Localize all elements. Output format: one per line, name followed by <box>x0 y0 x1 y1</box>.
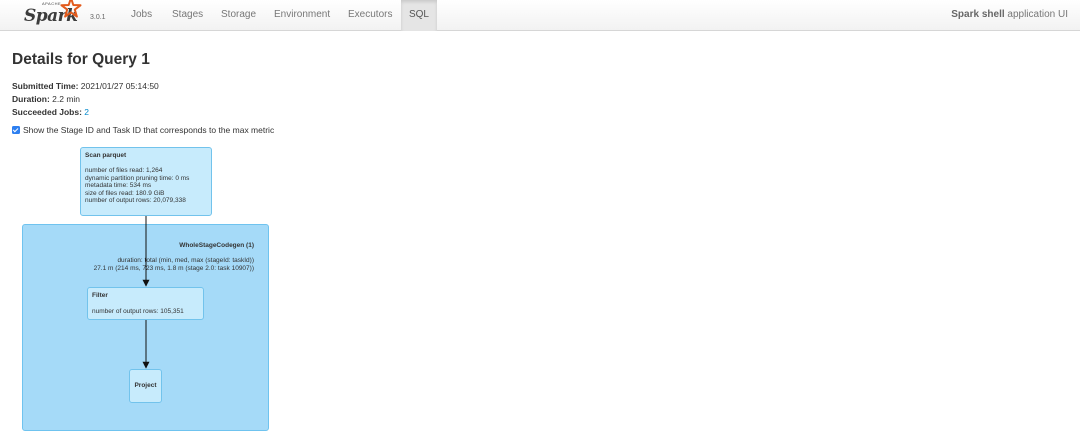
node-metric-line: number of output rows: 105,351 <box>92 308 184 315</box>
node-metric-line: number of files read: 1,264 <box>85 167 163 174</box>
show-max-metric-toggle[interactable]: Show the Stage ID and Task ID that corre… <box>12 125 274 135</box>
duration-row: Duration: 2.2 min <box>12 93 159 106</box>
show-max-metric-label: Show the Stage ID and Task ID that corre… <box>23 125 275 135</box>
top-navbar: APACHE Spark 3.0.1 Jobs Stages Storage E… <box>0 0 1080 31</box>
duration-label: Duration: <box>12 94 50 104</box>
plan-node-scan-parquet[interactable]: Scan parquet number of files read: 1,264… <box>80 147 212 216</box>
app-title-suffix: application UI <box>1004 9 1068 20</box>
spark-version: 3.0.1 <box>90 14 106 21</box>
tab-executors[interactable]: Executors <box>348 0 392 31</box>
tab-environment[interactable]: Environment <box>274 0 330 31</box>
submitted-time-value: 2021/01/27 05:14:50 <box>78 81 159 91</box>
plan-node-filter[interactable]: Filter number of output rows: 105,351 <box>87 287 204 320</box>
node-metric-line: size of files read: 180.9 GiB <box>85 189 165 197</box>
tab-jobs[interactable]: Jobs <box>131 0 152 31</box>
plan-node-project[interactable]: Project <box>129 369 162 403</box>
node-metric-line: metadata time: 534 ms <box>85 182 152 189</box>
duration-value: 2.2 min <box>49 94 81 104</box>
page-title: Details for Query 1 <box>12 51 150 68</box>
app-name: Spark shell <box>951 9 1005 20</box>
show-max-metric-checkbox[interactable] <box>12 126 20 134</box>
node-title: Scan parquet <box>85 152 127 159</box>
node-metric-line: dynamic partition pruning time: 0 ms <box>85 174 190 182</box>
tab-stages[interactable]: Stages <box>172 0 203 31</box>
succeeded-jobs-row: Succeeded Jobs: 2 <box>12 106 159 119</box>
node-title: Filter <box>92 292 108 299</box>
cluster-metric-line: duration: total (min, med, max (stageId:… <box>117 257 254 264</box>
node-metrics: number of output rows: 105,351 <box>92 308 199 316</box>
cluster-title: WholeStageCodegen (1) <box>179 242 254 249</box>
tab-sql[interactable]: SQL <box>401 0 437 31</box>
query-summary: Submitted Time: 2021/01/27 05:14:50 Dura… <box>12 80 159 119</box>
node-title: Project <box>134 382 157 389</box>
succeeded-job-link[interactable]: 2 <box>84 107 89 117</box>
app-title: Spark shell application UI <box>951 0 1068 31</box>
node-metric-line: number of output rows: 20,079,338 <box>85 197 186 204</box>
submitted-time-label: Submitted Time: <box>12 81 79 91</box>
cluster-metrics: duration: total (min, med, max (stageId:… <box>94 257 254 272</box>
succeeded-jobs-label: Succeeded Jobs: <box>12 107 82 117</box>
spark-logo[interactable]: APACHE Spark 3.0.1 <box>20 0 110 31</box>
spark-star-icon <box>60 0 82 18</box>
submitted-time-row: Submitted Time: 2021/01/27 05:14:50 <box>12 80 159 93</box>
cluster-metric-line: 27.1 m (214 ms, 723 ms, 1.8 m (stage 2.0… <box>93 264 254 272</box>
tab-storage[interactable]: Storage <box>221 0 256 31</box>
node-metrics: number of files read: 1,264 dynamic part… <box>85 167 207 205</box>
